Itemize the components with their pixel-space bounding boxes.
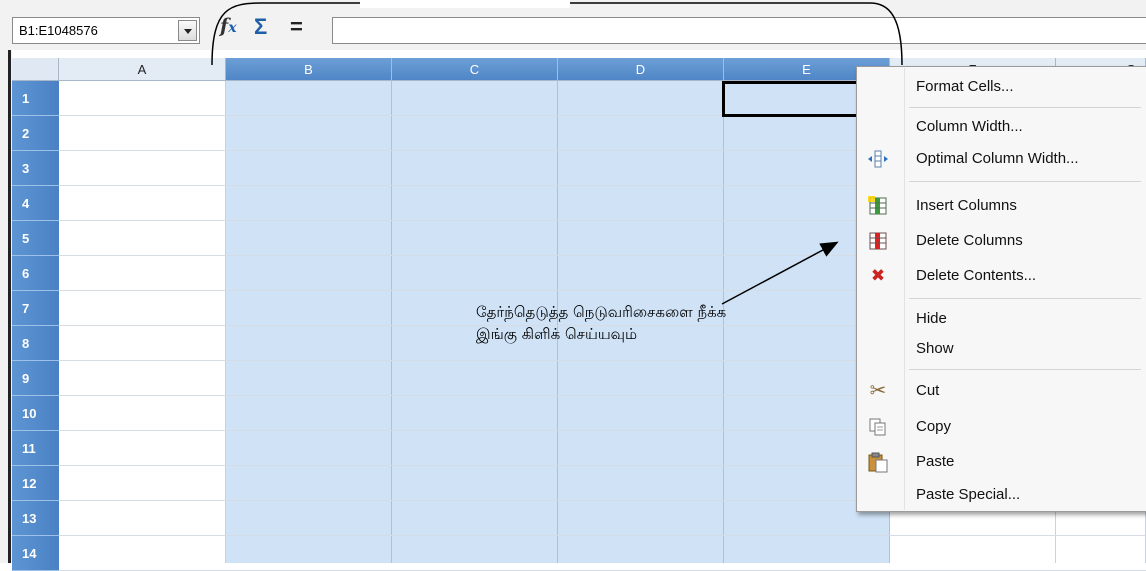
menu-item-label: Delete Contents...	[916, 267, 1037, 284]
menu-item-delete-contents[interactable]: ✖ Delete Contents...	[859, 260, 1145, 292]
row-header[interactable]: 9	[12, 361, 59, 396]
menu-item-label: Copy	[916, 418, 952, 435]
row-header[interactable]: 5	[12, 221, 59, 256]
menu-item-cut[interactable]: ✂ Cut	[859, 375, 1145, 407]
menu-item-label: Delete Columns	[916, 232, 1023, 249]
row-header[interactable]: 10	[12, 396, 59, 431]
menu-item-label: Paste Special...	[916, 486, 1021, 503]
formula-equals-icon[interactable]: =	[290, 14, 303, 40]
menu-item-label: Column Width...	[916, 118, 1023, 135]
menu-item-label: Format Cells...	[916, 78, 1014, 95]
row-header[interactable]: 2	[12, 116, 59, 151]
column-header-b[interactable]: B	[226, 58, 392, 81]
menu-item-show[interactable]: Show	[859, 333, 1145, 365]
menu-item-label: Show	[916, 340, 954, 357]
menu-separator	[909, 298, 1141, 299]
name-box[interactable]: B1:E1048576	[12, 17, 200, 44]
row-header[interactable]: 11	[12, 431, 59, 466]
sum-icon[interactable]: Σ	[254, 14, 267, 40]
row-gridline	[59, 535, 1146, 536]
row-header[interactable]: 6	[12, 256, 59, 291]
menu-separator	[909, 369, 1141, 370]
scissors-icon: ✂	[869, 380, 887, 402]
tamil-annotation: தேர்ந்தெடுத்த நெடுவரிசைகளை நீக்க இங்கு க…	[476, 301, 856, 345]
annotation-line-2: இங்கு கிளிக் செய்யவும்	[476, 325, 638, 343]
menu-separator	[909, 107, 1141, 108]
delete-contents-icon: ✖	[870, 266, 886, 285]
menu-item-paste[interactable]: Paste	[859, 446, 1145, 478]
select-all-corner[interactable]	[12, 58, 59, 81]
menu-item-insert-columns[interactable]: Insert Columns	[859, 190, 1145, 222]
menu-separator	[909, 181, 1141, 182]
column-header-c[interactable]: C	[392, 58, 558, 81]
function-wizard-icon[interactable]: fx	[220, 15, 237, 37]
active-cell-cursor	[722, 81, 862, 117]
row-header[interactable]: 4	[12, 186, 59, 221]
column-header-a[interactable]: A	[59, 58, 226, 81]
row-header[interactable]: 8	[12, 326, 59, 361]
insert-columns-icon	[867, 195, 889, 217]
menu-item-column-width[interactable]: Column Width...	[859, 111, 1145, 143]
menu-item-label: Cut	[916, 382, 940, 399]
row-header[interactable]: 7	[12, 291, 59, 326]
paste-icon	[867, 451, 889, 473]
menu-item-copy[interactable]: Copy	[859, 411, 1145, 443]
menu-item-hide[interactable]: Hide	[859, 303, 1145, 335]
copy-icon	[867, 416, 889, 438]
formula-input[interactable]	[332, 17, 1146, 44]
menu-item-label: Paste	[916, 453, 955, 470]
row-header[interactable]: 13	[12, 501, 59, 536]
row-header[interactable]: 14	[12, 536, 59, 571]
name-box-value[interactable]: B1:E1048576	[19, 23, 98, 38]
row-header[interactable]: 3	[12, 151, 59, 186]
column-header-d[interactable]: D	[558, 58, 724, 81]
optimal-width-icon	[867, 148, 889, 170]
name-box-dropdown-button[interactable]	[178, 20, 197, 41]
annotation-line-1: தேர்ந்தெடுத்த நெடுவரிசைகளை நீக்க	[476, 303, 727, 321]
menu-item-label: Insert Columns	[916, 197, 1017, 214]
column-a-cells[interactable]	[59, 81, 226, 563]
column-context-menu: Format Cells... Column Width... Optimal …	[856, 66, 1146, 512]
menu-item-optimal-column-width[interactable]: Optimal Column Width...	[859, 143, 1145, 175]
window-left-edge	[0, 50, 12, 563]
delete-columns-icon	[867, 230, 889, 252]
menu-item-label: Hide	[916, 310, 947, 327]
menu-item-format-cells[interactable]: Format Cells...	[859, 71, 1145, 103]
menu-item-label: Optimal Column Width...	[916, 150, 1079, 167]
menu-item-delete-columns[interactable]: Delete Columns	[859, 225, 1145, 257]
formula-bar: B1:E1048576 fx Σ =	[0, 0, 1146, 50]
menu-item-paste-special[interactable]: Paste Special...	[859, 479, 1145, 511]
column-b-cells[interactable]	[226, 81, 392, 563]
row-header[interactable]: 12	[12, 466, 59, 501]
row-header[interactable]: 1	[12, 81, 59, 116]
